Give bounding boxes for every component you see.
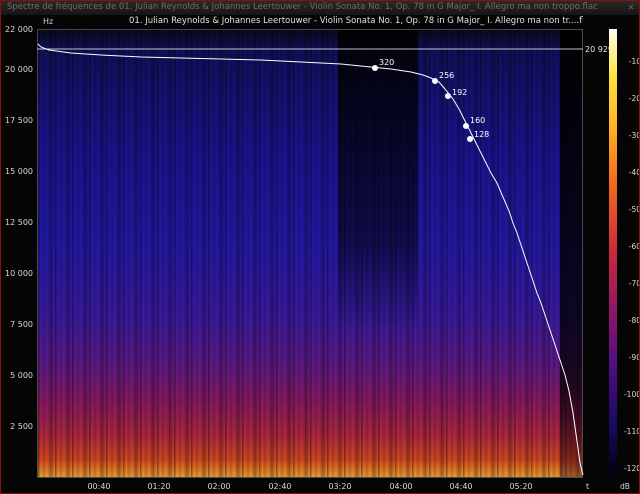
db-colorbar [609, 29, 617, 478]
y-tick: 10 000 [5, 269, 33, 278]
colorbar-tick: -100 [623, 390, 640, 399]
x-tick: 01:20 [147, 482, 171, 491]
colorbar-tick: -110 [623, 427, 640, 436]
colorbar-tick: -80 [628, 316, 640, 325]
y-tick: 17 500 [5, 116, 33, 125]
colorbar-tick: -20 [628, 94, 640, 103]
y-tick: 5 000 [10, 371, 33, 380]
colorbar-tick: -90 [628, 353, 640, 362]
colorbar-tick: -60 [628, 242, 640, 251]
y-tick: 20 000 [5, 65, 33, 74]
x-tick: 05:20 [509, 482, 533, 491]
title-bar[interactable]: Spectre de fréquences de 01. Julian Reyn… [1, 1, 639, 15]
colorbar-tick: -70 [628, 279, 640, 288]
window-title: Spectre de fréquences de 01. Julian Reyn… [7, 2, 598, 12]
x-tick: 02:00 [207, 482, 231, 491]
x-tick: 04:40 [449, 482, 473, 491]
colorbar-tick: -10 [628, 57, 640, 66]
x-tick: 03:20 [328, 482, 352, 491]
spectrogram-image [38, 30, 582, 477]
spectrogram-fadeout [560, 30, 582, 477]
close-icon[interactable]: ✕ [625, 2, 637, 14]
x-tick: 00:40 [87, 482, 111, 491]
colorbar-unit: dB [620, 482, 630, 491]
colorbar-tick: -120 [623, 464, 640, 473]
x-tick: 02:40 [268, 482, 292, 491]
spectrogram-texture [38, 30, 582, 477]
x-axis-unit: t [586, 482, 590, 491]
y-axis-unit: Hz [43, 17, 54, 26]
y-tick: 2 500 [10, 422, 33, 431]
spectrogram-quiet-region [338, 30, 418, 330]
y-tick: 22 000 [5, 25, 33, 34]
y-tick: 12 500 [5, 218, 33, 227]
file-info-label: 01. Julian Reynolds & Johannes Leertouwe… [129, 16, 583, 26]
colorbar-tick: -50 [628, 205, 640, 214]
x-tick: 04:00 [389, 482, 413, 491]
colorbar-tick: -40 [628, 168, 640, 177]
y-tick: 15 000 [5, 167, 33, 176]
spectrogram-plot[interactable] [37, 29, 583, 478]
colorbar-tick: -30 [628, 131, 640, 140]
spectrum-window: Spectre de fréquences de 01. Julian Reyn… [0, 0, 640, 494]
y-tick: 7 500 [10, 320, 33, 329]
